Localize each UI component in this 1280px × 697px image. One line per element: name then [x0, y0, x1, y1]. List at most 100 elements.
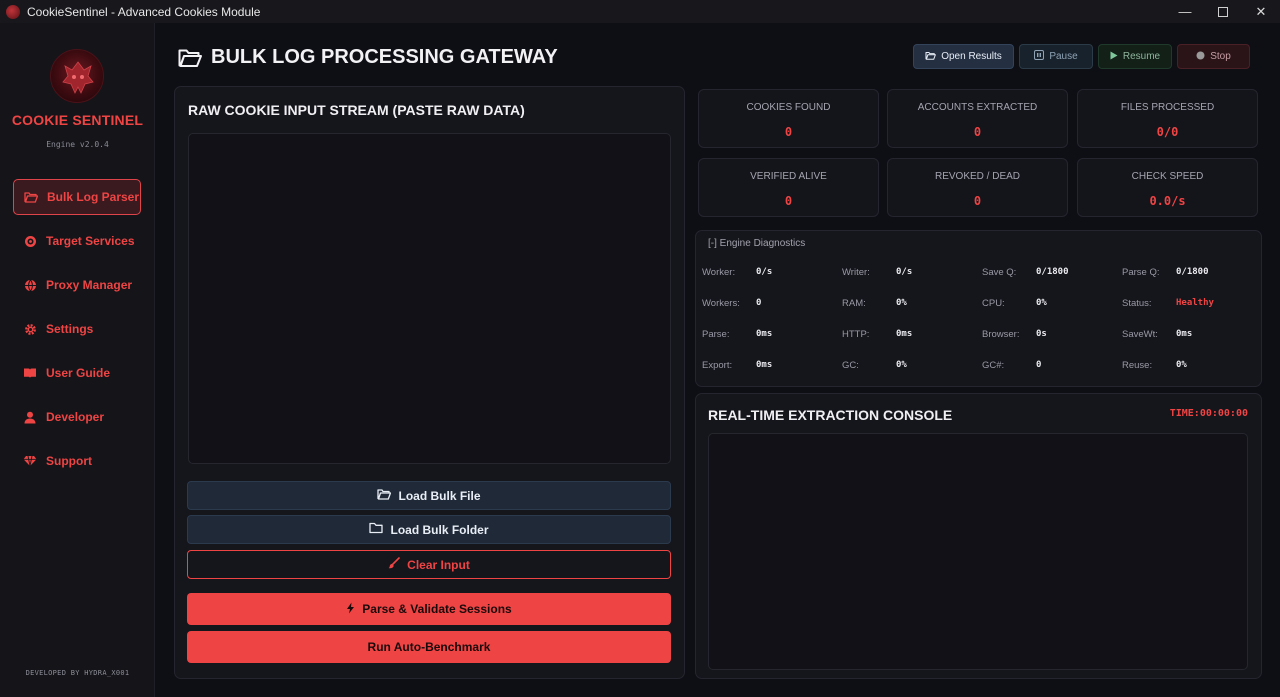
sidebar-item-label: Developer: [46, 410, 105, 424]
minimize-button[interactable]: —: [1166, 0, 1204, 23]
pause-icon: [1034, 50, 1045, 63]
page-title-text: BULK LOG PROCESSING GATEWAY: [211, 46, 558, 68]
resume-button[interactable]: Resume: [1098, 44, 1172, 69]
book-icon: [23, 366, 37, 380]
load-bulk-folder-button[interactable]: Load Bulk Folder: [187, 515, 671, 544]
stat-label: FILES PROCESSED: [1120, 102, 1215, 113]
sidebar-item-label: Target Services: [46, 234, 135, 248]
diag-value: 0%: [896, 298, 907, 308]
status-healthy-value: Healthy: [1176, 298, 1214, 308]
diag-label: HTTP:: [842, 329, 870, 340]
diag-label: Browser:: [982, 329, 1020, 340]
diag-label: RAM:: [842, 298, 866, 309]
diag-label: Status:: [1122, 298, 1152, 309]
title-bar: CookieSentinel - Advanced Cookies Module…: [0, 0, 1280, 23]
developer-credit: DEVELOPED BY HYDRA_X001: [25, 669, 130, 677]
clear-input-label: Clear Input: [407, 557, 470, 572]
folder-open-icon: [377, 488, 392, 503]
diag-label: Parse:: [702, 329, 730, 340]
diag-label: Parse Q:: [1122, 267, 1160, 278]
load-bulk-file-button[interactable]: Load Bulk File: [187, 481, 671, 510]
user-icon: [23, 410, 37, 424]
diag-value: 0: [756, 298, 762, 308]
diag-label: SaveWt:: [1122, 329, 1158, 340]
diag-value: 0/s: [896, 267, 913, 277]
bolt-icon: [346, 602, 355, 617]
diag-value: 0ms: [756, 360, 773, 370]
diag-value: 0s: [1036, 329, 1047, 339]
stat-value: 0: [973, 125, 982, 139]
target-icon: [23, 234, 37, 248]
hydra-logo: [50, 49, 104, 103]
stat-accounts-extracted: ACCOUNTS EXTRACTED 0: [887, 89, 1068, 148]
console-output[interactable]: [708, 433, 1248, 670]
sidebar-item-developer[interactable]: Developer: [13, 399, 141, 435]
app-logo-icon: [6, 4, 20, 19]
stat-value: 0.0/s: [1149, 194, 1186, 208]
sidebar-item-target-services[interactable]: Target Services: [13, 223, 141, 259]
sidebar: COOKIE SENTINEL Engine v2.0.4 Bulk Log P…: [0, 23, 155, 697]
stop-button[interactable]: Stop: [1177, 44, 1250, 69]
sidebar-item-settings[interactable]: Settings: [13, 311, 141, 347]
diag-label: Export:: [702, 360, 733, 371]
diag-value: 0%: [1176, 360, 1187, 370]
diag-value: 0/s: [756, 267, 773, 277]
play-icon: [1110, 51, 1118, 63]
stat-value: 0: [784, 125, 793, 139]
folder-open-icon: [24, 190, 38, 204]
stat-value: 0/0: [1156, 125, 1179, 139]
diag-label: Worker:: [702, 267, 736, 278]
maximize-button[interactable]: [1204, 0, 1242, 23]
globe-icon: [23, 278, 37, 292]
diag-value: 0/1800: [1176, 267, 1209, 277]
stat-label: CHECK SPEED: [1131, 171, 1204, 182]
diag-value: 0/1800: [1036, 267, 1069, 277]
diag-value: 0ms: [756, 329, 773, 339]
stat-label: ACCOUNTS EXTRACTED: [917, 102, 1038, 113]
stat-value: 0: [784, 194, 793, 208]
sidebar-item-bulk-log-parser[interactable]: Bulk Log Parser: [13, 179, 141, 215]
gem-icon: [23, 454, 37, 468]
stop-label: Stop: [1210, 51, 1231, 62]
console-title: REAL-TIME EXTRACTION CONSOLE: [708, 407, 953, 423]
run-auto-benchmark-button[interactable]: Run Auto-Benchmark: [187, 631, 671, 663]
sidebar-item-proxy-manager[interactable]: Proxy Manager: [13, 267, 141, 303]
engine-version: Engine v2.0.4: [46, 140, 109, 149]
resume-label: Resume: [1122, 51, 1161, 62]
open-results-label: Open Results: [941, 51, 1002, 62]
pause-label: Pause: [1049, 51, 1078, 62]
parse-validate-label: Parse & Validate Sessions: [362, 602, 512, 616]
diag-label: Workers:: [702, 298, 740, 309]
open-results-button[interactable]: Open Results: [913, 44, 1014, 69]
raw-input-title: RAW COOKIE INPUT STREAM (PASTE RAW DATA): [188, 102, 525, 118]
stat-revoked-dead: REVOKED / DEAD 0: [887, 158, 1068, 217]
diag-label: GC:: [842, 360, 859, 371]
diag-value: 0%: [1036, 298, 1047, 308]
close-window-button[interactable]: ✕: [1242, 0, 1280, 23]
folder-open-icon: [178, 48, 202, 68]
diag-value: 0ms: [896, 329, 913, 339]
raw-cookie-textarea[interactable]: [188, 133, 671, 464]
sidebar-item-user-guide[interactable]: User Guide: [13, 355, 141, 391]
engine-diagnostics-toggle[interactable]: [-] Engine Diagnostics: [708, 238, 805, 249]
diag-label: GC#:: [982, 360, 1005, 371]
stat-verified-alive: VERIFIED ALIVE 0: [698, 158, 879, 217]
console-timer: TIME:00:00:00: [1169, 408, 1248, 419]
sidebar-item-support[interactable]: Support: [13, 443, 141, 479]
sidebar-item-label: Settings: [46, 322, 94, 336]
stat-label: VERIFIED ALIVE: [750, 171, 827, 182]
pause-button[interactable]: Pause: [1019, 44, 1093, 69]
clear-input-button[interactable]: Clear Input: [187, 550, 671, 579]
stat-check-speed: CHECK SPEED 0.0/s: [1077, 158, 1258, 217]
stat-cookies-found: COOKIES FOUND 0: [698, 89, 879, 148]
window-title: CookieSentinel - Advanced Cookies Module: [27, 4, 261, 19]
sidebar-item-label: Support: [46, 454, 92, 468]
run-auto-benchmark-label: Run Auto-Benchmark: [367, 640, 491, 654]
diag-value: 0: [1036, 360, 1042, 370]
diag-value: 0%: [896, 360, 907, 370]
load-bulk-file-label: Load Bulk File: [398, 488, 481, 503]
diag-label: Writer:: [842, 267, 870, 278]
page-title: BULK LOG PROCESSING GATEWAY: [178, 46, 558, 69]
raw-input-panel: RAW COOKIE INPUT STREAM (PASTE RAW DATA): [174, 86, 685, 679]
parse-validate-button[interactable]: Parse & Validate Sessions: [187, 593, 671, 625]
